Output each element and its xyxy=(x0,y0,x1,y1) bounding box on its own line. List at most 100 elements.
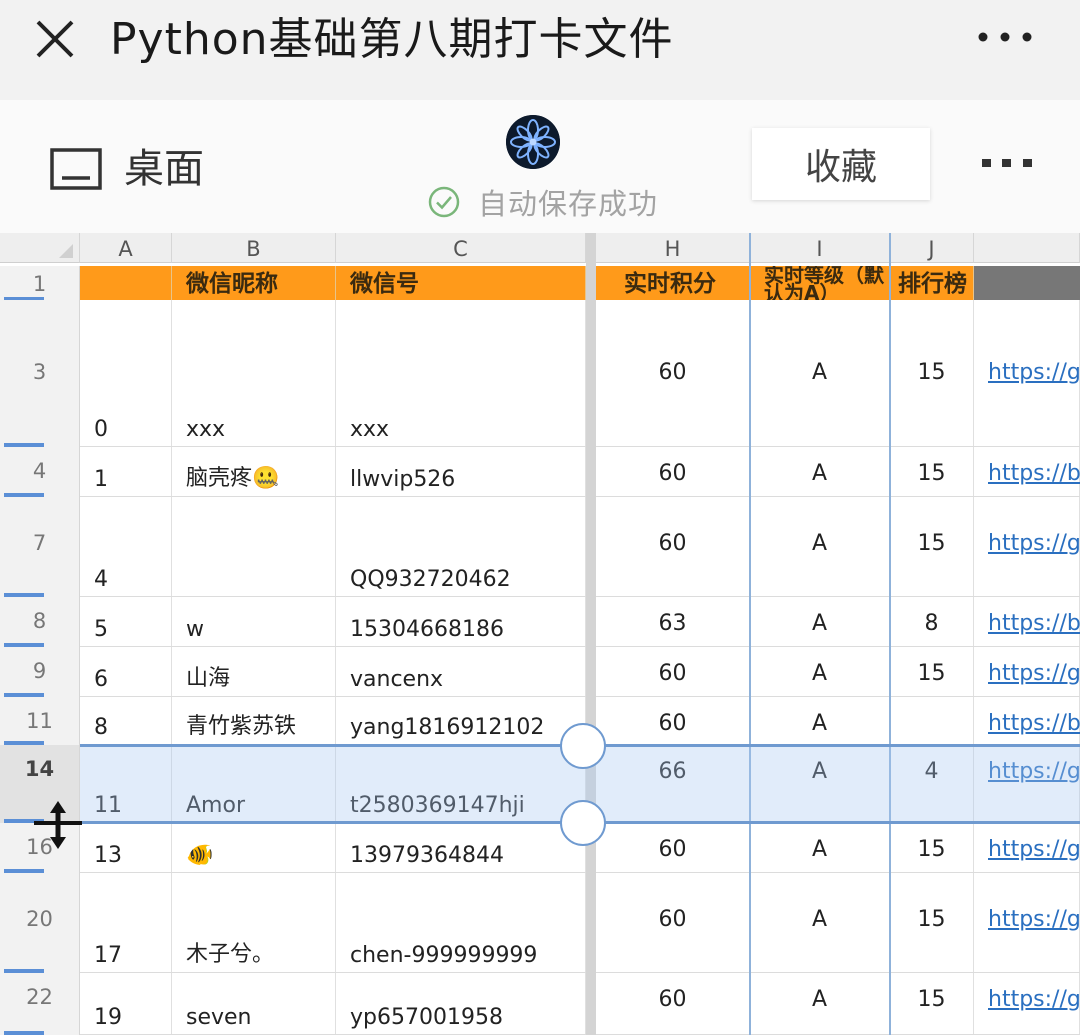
cell-c[interactable]: vancenx xyxy=(336,647,586,696)
cell-j[interactable]: 15 xyxy=(890,647,974,696)
cell-h[interactable]: 60 xyxy=(596,973,750,1034)
cell-a[interactable]: 1 xyxy=(80,447,172,496)
cell-c[interactable]: yang1816912102 xyxy=(336,697,586,744)
column-header-a[interactable]: A xyxy=(80,233,172,263)
header-cell-nickname[interactable]: 微信昵称 xyxy=(172,266,336,300)
cell-i[interactable]: A xyxy=(750,745,890,822)
cell-c[interactable]: 13979364844 xyxy=(336,823,586,872)
cell-link-text[interactable]: https://g xyxy=(988,661,1080,686)
desktop-icon[interactable] xyxy=(50,148,102,190)
cell-link[interactable]: https://g xyxy=(974,973,1080,1034)
cell-a[interactable]: 19 xyxy=(80,973,172,1034)
cell-j[interactable] xyxy=(890,697,974,744)
row-number[interactable]: 1 xyxy=(0,266,80,300)
column-header-i[interactable]: I xyxy=(750,233,890,263)
cell-b[interactable]: 🐠 xyxy=(172,823,336,872)
cell-c[interactable]: t2580369147hji xyxy=(336,745,586,822)
cell-h[interactable]: 60 xyxy=(596,647,750,696)
cell-link-text[interactable]: https://b xyxy=(988,611,1080,636)
cell-link[interactable]: https://g xyxy=(974,647,1080,696)
row-number[interactable]: 8 xyxy=(0,597,80,647)
cell-a[interactable]: 5 xyxy=(80,597,172,646)
cell-c[interactable]: xxx xyxy=(336,300,586,446)
table-row[interactable]: 19 seven yp657001958 60 A 15 https://g xyxy=(80,973,1080,1035)
cell-a[interactable]: 0 xyxy=(80,300,172,446)
column-header-j[interactable]: J xyxy=(890,233,974,263)
close-icon[interactable] xyxy=(34,18,76,60)
table-row[interactable]: 0 xxx xxx 60 A 15 https://g xyxy=(80,300,1080,447)
cell-a[interactable]: 8 xyxy=(80,697,172,744)
cell-j[interactable]: 15 xyxy=(890,447,974,496)
cell-b[interactable] xyxy=(172,497,336,596)
cell-a[interactable]: 11 xyxy=(80,745,172,822)
header-cell-level[interactable]: 实时等级（默认为A） xyxy=(750,266,890,300)
cell-link-text[interactable]: https://g xyxy=(988,531,1080,556)
cell-c[interactable]: chen-999999999 xyxy=(336,873,586,972)
cell-b[interactable]: 木子兮。 xyxy=(172,873,336,972)
cell-j[interactable]: 15 xyxy=(890,300,974,446)
cell-b[interactable]: 青竹紫苏铁 xyxy=(172,697,336,744)
header-cell-points[interactable]: 实时积分 xyxy=(596,266,750,300)
cell-i[interactable]: A xyxy=(750,697,890,744)
cell-i[interactable]: A xyxy=(750,447,890,496)
cell-h[interactable]: 60 xyxy=(596,823,750,872)
cell-link[interactable]: https://g xyxy=(974,823,1080,872)
cell-link[interactable]: https://b xyxy=(974,697,1080,744)
cell-b[interactable]: 脑壳疼🤐 xyxy=(172,447,336,496)
cell-b[interactable]: 山海 xyxy=(172,647,336,696)
cell-j[interactable]: 4 xyxy=(890,745,974,822)
cell-link-text[interactable]: https://g xyxy=(988,360,1080,385)
header-cell-rank[interactable]: 排行榜 xyxy=(890,266,974,300)
cell-a[interactable]: 4 xyxy=(80,497,172,596)
cell-link[interactable]: https://g xyxy=(974,300,1080,446)
cell-link[interactable]: https://g xyxy=(974,497,1080,596)
favorite-button[interactable]: 收藏 xyxy=(752,128,930,200)
header-cell-a[interactable] xyxy=(80,266,172,300)
more-options-icon[interactable] xyxy=(978,32,1032,42)
row-number[interactable]: 4 xyxy=(0,447,80,497)
row-number[interactable]: 9 xyxy=(0,647,80,697)
cell-b[interactable]: Amor xyxy=(172,745,336,822)
desktop-label[interactable]: 桌面 xyxy=(124,144,204,194)
cell-h[interactable]: 60 xyxy=(596,300,750,446)
cell-link[interactable]: https://b xyxy=(974,597,1080,646)
cell-link-text[interactable]: https://b xyxy=(988,461,1080,486)
row-number[interactable]: 7 xyxy=(0,497,80,597)
freeze-pane-divider[interactable] xyxy=(586,233,596,1035)
cell-h[interactable]: 63 xyxy=(596,597,750,646)
cell-b[interactable]: w xyxy=(172,597,336,646)
table-row[interactable]: 5 w 15304668186 63 A 8 https://b xyxy=(80,597,1080,647)
cell-c[interactable]: yp657001958 xyxy=(336,973,586,1034)
row-number[interactable]: 20 xyxy=(0,873,80,973)
table-row[interactable]: 6 山海 vancenx 60 A 15 https://g xyxy=(80,647,1080,697)
column-header-k[interactable] xyxy=(974,233,1080,263)
cell-c[interactable]: llwvip526 xyxy=(336,447,586,496)
cell-a[interactable]: 6 xyxy=(80,647,172,696)
cell-i[interactable]: A xyxy=(750,973,890,1034)
cell-j[interactable]: 15 xyxy=(890,823,974,872)
cell-i[interactable]: A xyxy=(750,300,890,446)
avatar[interactable] xyxy=(506,115,560,169)
column-header-c[interactable]: C xyxy=(336,233,586,263)
column-header-h[interactable]: H xyxy=(596,233,750,263)
cell-i[interactable]: A xyxy=(750,873,890,972)
cell-link[interactable]: https://b xyxy=(974,447,1080,496)
header-cell-wechat-id[interactable]: 微信号 xyxy=(336,266,586,300)
select-all-corner[interactable] xyxy=(0,233,80,263)
cell-j[interactable]: 15 xyxy=(890,497,974,596)
cell-a[interactable]: 13 xyxy=(80,823,172,872)
cell-c[interactable]: 15304668186 xyxy=(336,597,586,646)
cell-i[interactable]: A xyxy=(750,497,890,596)
column-header-b[interactable]: B xyxy=(172,233,336,263)
cell-link-text[interactable]: https://b xyxy=(988,711,1080,736)
header-cell-link[interactable] xyxy=(974,266,1080,300)
cell-link[interactable]: https://g xyxy=(974,745,1080,822)
row-number[interactable]: 11 xyxy=(0,697,80,745)
table-row[interactable]: 17 木子兮。 chen-999999999 60 A 15 https://g xyxy=(80,873,1080,973)
selection-handle-top[interactable] xyxy=(560,723,606,769)
cell-link-text[interactable]: https://g xyxy=(988,837,1080,862)
cell-link-text[interactable]: https://g xyxy=(988,987,1080,1012)
cell-i[interactable]: A xyxy=(750,647,890,696)
more-actions-icon[interactable] xyxy=(982,158,1032,168)
cell-j[interactable]: 15 xyxy=(890,873,974,972)
